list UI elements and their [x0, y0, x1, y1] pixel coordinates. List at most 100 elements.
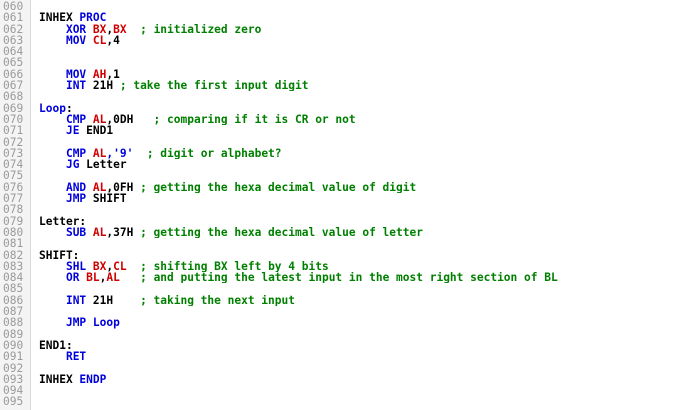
code-line[interactable]: 095	[0, 396, 700, 407]
code-line[interactable]: 076 AND AL,0FH ; getting the hexa decima…	[0, 182, 700, 193]
code-line[interactable]: 074 JG Letter	[0, 159, 700, 170]
keyword-token: CMP	[65, 147, 93, 160]
keyword-token: JMP	[65, 193, 93, 205]
code-line[interactable]: 088 JMP Loop	[0, 317, 700, 328]
line-number: 067	[3, 80, 24, 92]
code-lines: 060 061 INHEX PROC 062 XOR BX,BX ; initiali…	[0, 1, 700, 408]
line-number: 088	[3, 317, 24, 329]
code-token: END1:	[39, 339, 73, 352]
code-line[interactable]: 080 SUB AL,37H ; getting the hexa decima…	[0, 227, 700, 238]
code-token: :	[65, 102, 73, 114]
keyword-token: XOR	[65, 23, 93, 35]
comment-token: ; getting the hexa decimal value of lett…	[133, 226, 423, 239]
code-token: ,0DH	[106, 113, 134, 126]
code-line[interactable]: 067 INT 21H ; take the first input digit	[0, 80, 700, 91]
code-line[interactable]: 087	[0, 306, 700, 317]
line-number: 081	[3, 238, 24, 250]
code-line[interactable]: 064	[0, 46, 700, 57]
code-line[interactable]: 079 Letter:	[0, 216, 700, 227]
code-line[interactable]: 090 END1:	[0, 340, 700, 351]
code-line[interactable]: 062 XOR BX,BX ; initialized zero	[0, 24, 700, 35]
code-line[interactable]: 073 CMP AL,'9' ; digit or alphabet?	[0, 148, 700, 159]
code-text: JMP SHIFT	[39, 193, 127, 204]
register-token: AL	[92, 147, 107, 160]
line-number: 086	[3, 294, 24, 307]
register-token: BL	[86, 272, 100, 284]
line-number: 071	[3, 125, 24, 137]
line-number: 080	[3, 226, 24, 239]
line-number: 093	[3, 373, 24, 386]
code-line[interactable]: 091 RET	[0, 351, 700, 362]
comment-token: ; digit or alphabet?	[133, 147, 282, 160]
code-text: Loop:	[39, 103, 73, 114]
keyword-token: SUB	[65, 226, 93, 239]
code-line[interactable]: 078	[0, 204, 700, 215]
code-line[interactable]: 070 CMP AL,0DH ; comparing if it is CR o…	[0, 114, 700, 125]
code-line[interactable]: 089	[0, 329, 700, 340]
code-token: Letter	[86, 159, 127, 171]
code-line[interactable]: 086 INT 21H ; taking the next input	[0, 295, 700, 306]
register-token: BX	[92, 260, 107, 273]
comment-token: ; shifting BX left by 4 bits	[126, 260, 329, 273]
register-token: AL	[92, 226, 107, 239]
code-line[interactable]: 060	[0, 1, 700, 12]
code-text: MOV CL,4	[39, 35, 120, 46]
register-token: BX	[92, 23, 107, 35]
code-editor[interactable]: 060 061 INHEX PROC 062 XOR BX,BX ; initiali…	[0, 0, 700, 410]
line-number: 087	[3, 306, 24, 318]
keyword-token: MOV	[65, 68, 93, 81]
keyword-token: MOV	[65, 34, 93, 47]
register-token: CL	[113, 260, 127, 273]
code-line[interactable]: 082 SHIFT:	[0, 250, 700, 261]
code-line[interactable]: 072	[0, 137, 700, 148]
code-text: RET	[39, 351, 86, 362]
register-token: AL	[92, 181, 107, 194]
comment-token: ; and putting the latest input in the mo…	[119, 272, 558, 284]
code-text: AND AL,0FH ; getting the hexa decimal va…	[39, 182, 416, 193]
line-number: 092	[3, 362, 24, 374]
code-line[interactable]: 084 OR BL,AL ; and putting the latest in…	[0, 272, 700, 283]
code-token: END1	[86, 125, 114, 137]
code-line[interactable]: 083 SHL BX,CL ; shifting BX left by 4 bi…	[0, 261, 700, 272]
line-number: 061	[3, 12, 24, 24]
code-line[interactable]: 081	[0, 238, 700, 249]
code-text: INT 21H ; take the first input digit	[39, 80, 309, 92]
line-number: 082	[3, 249, 24, 261]
code-line[interactable]: 077 JMP SHIFT	[0, 193, 700, 204]
code-text: XOR BX,BX ; initialized zero	[39, 24, 261, 35]
register-token: AL	[106, 272, 120, 284]
comment-token: ; taking the next input	[113, 294, 295, 307]
code-text: INHEX ENDP	[39, 374, 106, 385]
code-text: OR BL,AL ; and putting the latest input …	[39, 272, 558, 283]
comment-token: ; comparing if it is CR or not	[133, 113, 356, 126]
line-number: 070	[3, 113, 24, 126]
code-token: 21H	[92, 80, 114, 92]
code-line[interactable]: 085	[0, 283, 700, 294]
code-line[interactable]: 061 INHEX PROC	[0, 12, 700, 23]
line-number: 076	[3, 181, 24, 194]
code-line[interactable]: 093 INHEX ENDP	[0, 374, 700, 385]
keyword-token: INT	[65, 294, 93, 307]
code-line[interactable]: 094	[0, 385, 700, 396]
code-line[interactable]: 071 JE END1	[0, 125, 700, 136]
code-line[interactable]: 068	[0, 91, 700, 102]
code-line[interactable]: 092	[0, 363, 700, 374]
code-line[interactable]: 075	[0, 170, 700, 181]
code-line[interactable]: 063 MOV CL,4	[0, 35, 700, 46]
code-line[interactable]: 069 Loop:	[0, 103, 700, 114]
code-line[interactable]: 065	[0, 57, 700, 68]
line-number: 065	[3, 57, 24, 69]
line-number: 064	[3, 46, 24, 58]
code-text: MOV AH,1	[39, 69, 120, 80]
keyword-token: JG	[65, 159, 87, 171]
register-token: AL	[92, 113, 107, 126]
code-line[interactable]: 066 MOV AH,1	[0, 69, 700, 80]
keyword-token: PROC	[79, 12, 107, 24]
keyword-token: RET	[65, 351, 87, 363]
line-number: 063	[3, 34, 24, 47]
